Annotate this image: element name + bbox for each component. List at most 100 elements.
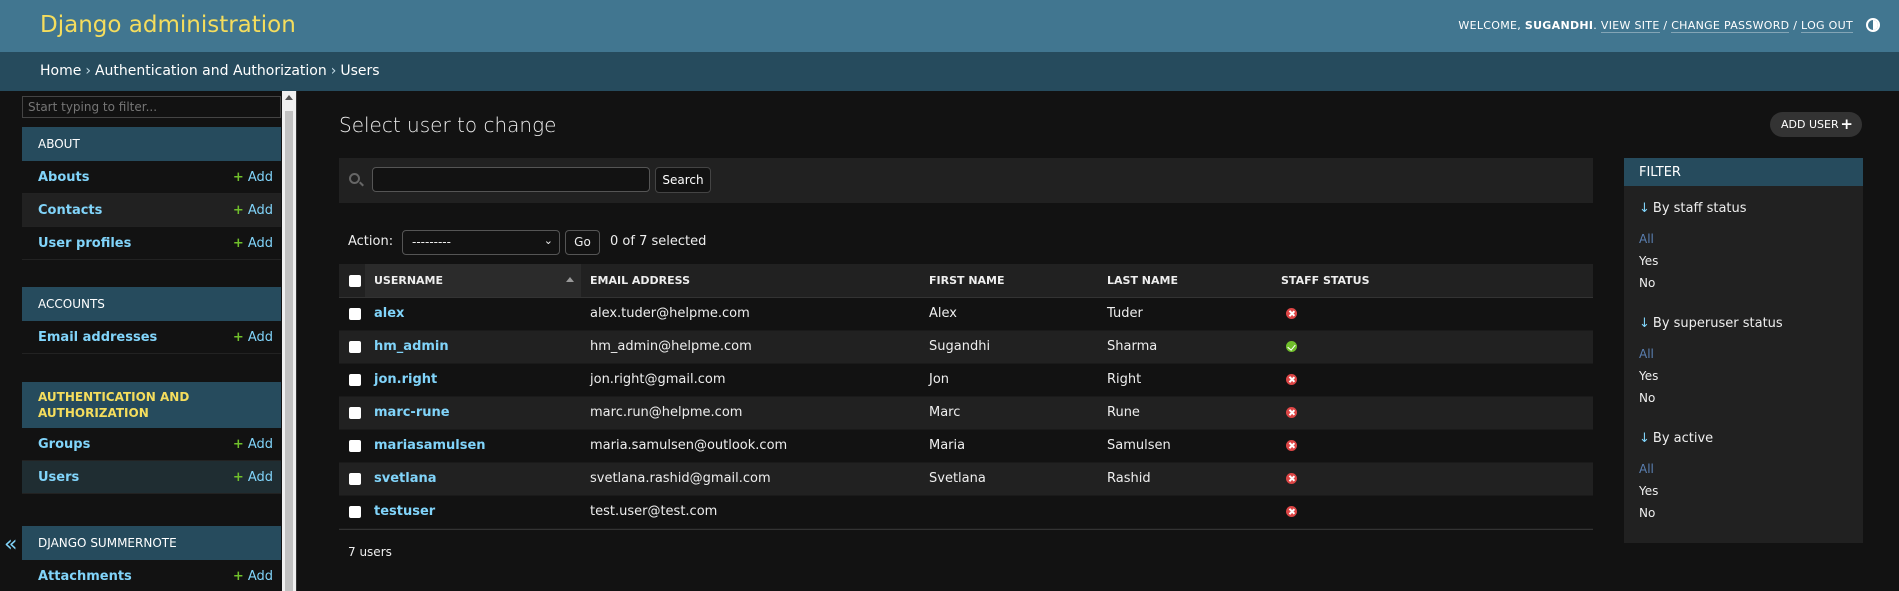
filter-choice-no[interactable]: No [1639,391,1655,405]
sort-ascending-icon[interactable] [566,277,574,282]
username-cell: marc-rune [365,396,581,430]
site-title[interactable]: Django administration [40,12,296,38]
select-all-checkbox[interactable] [349,274,361,287]
filter-choice-no[interactable]: No [1639,506,1655,520]
sidebar-item-groups: Groups + Add [22,428,281,461]
username-link[interactable]: testuser [374,504,435,519]
change-password-link[interactable]: CHANGE PASSWORD [1671,19,1790,33]
sidebar-item-groups-link[interactable]: Groups [38,437,90,452]
add-user-profiles-link[interactable]: + Add [233,236,273,251]
sidebar-item-abouts: Abouts + Add [22,161,281,194]
scrollbar-thumb[interactable] [285,111,293,591]
scroll-up-arrow-icon[interactable] [285,95,293,100]
action-select[interactable]: --------- ⌄ [402,230,560,255]
breadcrumb-home[interactable]: Home [40,63,81,79]
row-checkbox[interactable] [349,406,361,419]
filter-choice-all[interactable]: All [1639,347,1654,361]
search-button[interactable]: Search [655,167,711,193]
sidebar-item-email-addresses-link[interactable]: Email addresses [38,330,157,345]
username-cell: hm_admin [365,330,581,364]
username-link[interactable]: mariasamulsen [374,438,486,453]
nav-filter-input[interactable] [22,96,281,118]
breadcrumb-app[interactable]: Authentication and Authorization [95,63,327,79]
first-name-cell: Alex [920,297,1098,331]
column-header-username[interactable]: Username [365,264,581,298]
add-email-addresses-link[interactable]: + Add [233,330,273,345]
email-cell: hm_admin@helpme.com [581,330,920,364]
sidebar-item-users: Users + Add [22,461,281,494]
username-link[interactable]: svetlana [374,471,437,486]
filter-choice-all[interactable]: All [1639,462,1654,476]
column-header-last-name[interactable]: Last name [1098,264,1272,298]
sidebar-item-attachments: Attachments + Add [22,560,281,591]
username-link[interactable]: alex [374,306,404,321]
sidebar-scrollbar[interactable] [282,91,296,591]
view-site-link[interactable]: VIEW SITE [1600,19,1660,33]
table-header-row: Username Email address First name Last n… [339,264,1593,298]
filter-choice-all[interactable]: All [1639,232,1654,246]
arrow-down-icon: ↓ [1639,431,1650,446]
filter-choice-yes[interactable]: Yes [1639,254,1658,268]
column-header-email[interactable]: Email address [581,264,920,298]
filter-choice-yes[interactable]: Yes [1639,369,1658,383]
toggle-nav-sidebar-button[interactable]: « [4,532,17,557]
breadcrumb-current: Users [340,63,380,79]
log-out-link[interactable]: LOG OUT [1801,19,1853,33]
last-name-cell: Sharma [1098,330,1272,364]
no-icon [1286,308,1297,319]
filter-panel: Filter ↓ By staff status All Yes No ↓ By s… [1624,158,1863,543]
add-groups-link[interactable]: + Add [233,437,273,452]
row-checkbox[interactable] [349,472,361,485]
email-cell: svetlana.rashid@gmail.com [581,462,920,496]
add-user-button[interactable]: ADD USER + [1770,112,1862,137]
sidebar-item-users-link[interactable]: Users [38,470,79,485]
staff-status-cell [1272,495,1593,529]
first-name-cell: Sugandhi [920,330,1098,364]
add-contacts-link[interactable]: + Add [233,203,273,218]
sidebar-item-attachments-link[interactable]: Attachments [38,569,132,584]
theme-toggle-icon[interactable] [1866,18,1880,32]
go-button[interactable]: Go [565,230,600,255]
row-checkbox[interactable] [349,307,361,320]
add-icon: + [232,437,244,452]
app-caption-accounts[interactable]: Accounts [22,287,281,321]
sidebar-item-user-profiles-link[interactable]: User profiles [38,236,131,251]
row-checkbox[interactable] [349,439,361,452]
last-name-cell: Rune [1098,396,1272,430]
filter-title-active[interactable]: ↓ By active [1639,431,1713,446]
row-select-cell [339,330,365,364]
username-link[interactable]: hm_admin [374,339,449,354]
row-checkbox[interactable] [349,340,361,353]
app-module-auth: Authentication and Authorization Groups … [22,382,281,494]
username-link[interactable]: jon.right [374,372,437,387]
filter-title-staff-status[interactable]: ↓ By staff status [1639,201,1747,216]
filter-choice-no[interactable]: No [1639,276,1655,290]
app-caption-auth[interactable]: Authentication and Authorization [22,382,281,428]
last-name-cell: Samulsen [1098,429,1272,463]
last-name-cell: Rashid [1098,462,1272,496]
separator: / [1793,19,1798,32]
add-users-link[interactable]: + Add [233,470,273,485]
row-checkbox[interactable] [349,505,361,518]
app-caption-summernote[interactable]: Django Summernote [22,526,281,560]
add-abouts-link[interactable]: + Add [233,170,273,185]
search-input[interactable] [372,167,650,192]
app-caption-about[interactable]: About [22,127,281,161]
filter-choice-yes[interactable]: Yes [1639,484,1658,498]
results-table: Username Email address First name Last n… [339,264,1593,529]
username-cell: alex [365,297,581,331]
column-header-staff-status[interactable]: Staff status [1272,264,1593,298]
user-tools: WELCOME, SUGANDHI. VIEW SITE / CHANGE PA… [1458,19,1853,33]
table-row: mariasamulsen maria.samulsen@outlook.com M… [339,429,1593,463]
sidebar-item-contacts-link[interactable]: Contacts [38,203,102,218]
no-icon [1286,407,1297,418]
filter-title-superuser-status[interactable]: ↓ By superuser status [1639,316,1783,331]
search-toolbar: Search [339,158,1593,203]
add-attachments-link[interactable]: + Add [233,569,273,584]
column-header-first-name[interactable]: First name [920,264,1098,298]
actions-bar: Action: --------- ⌄ Go 0 of 7 selected [339,228,939,255]
username-link[interactable]: marc-rune [374,405,450,420]
row-checkbox[interactable] [349,373,361,386]
no-icon [1286,506,1297,517]
sidebar-item-abouts-link[interactable]: Abouts [38,170,90,185]
